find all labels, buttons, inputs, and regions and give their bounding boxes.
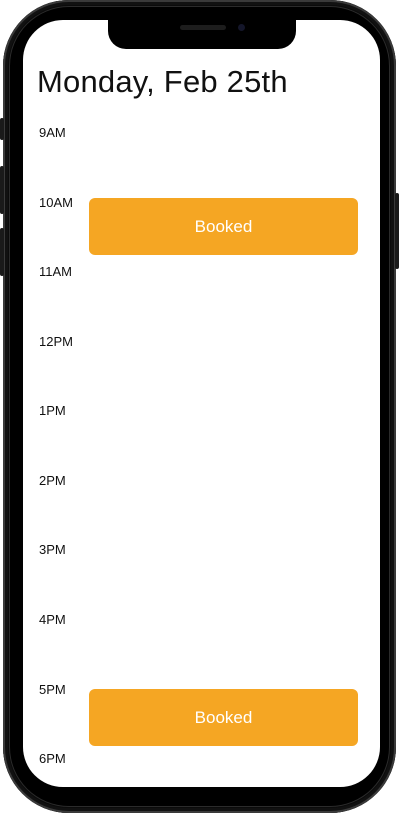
hour-label-3pm: 3PM <box>39 542 66 557</box>
speaker-grille <box>180 25 226 30</box>
volume-down-button <box>0 228 4 276</box>
hour-label-10am: 10AM <box>39 195 73 210</box>
hour-label-9am: 9AM <box>39 125 66 140</box>
volume-up-button <box>0 166 4 214</box>
booked-slot-10am[interactable]: Booked <box>89 198 358 255</box>
booked-slot-label: Booked <box>194 216 253 236</box>
booked-slot-label: Booked <box>194 707 253 727</box>
app-screen: Monday, Feb 25th 9AM 10AM 11AM 12PM 1PM … <box>23 20 380 787</box>
front-camera-icon <box>238 24 245 31</box>
hour-label-4pm: 4PM <box>39 612 66 627</box>
hour-label-12pm: 12PM <box>39 334 73 349</box>
hour-label-11am: 11AM <box>39 264 72 279</box>
hour-label-6pm: 6PM <box>39 751 66 766</box>
silent-switch <box>0 118 4 140</box>
hour-label-1pm: 1PM <box>39 403 66 418</box>
page-title: Monday, Feb 25th <box>37 64 288 99</box>
notch <box>108 20 296 49</box>
hour-label-2pm: 2PM <box>39 473 66 488</box>
hour-label-5pm: 5PM <box>39 682 66 697</box>
power-button <box>395 193 399 269</box>
booked-slot-5pm[interactable]: Booked <box>89 689 358 746</box>
